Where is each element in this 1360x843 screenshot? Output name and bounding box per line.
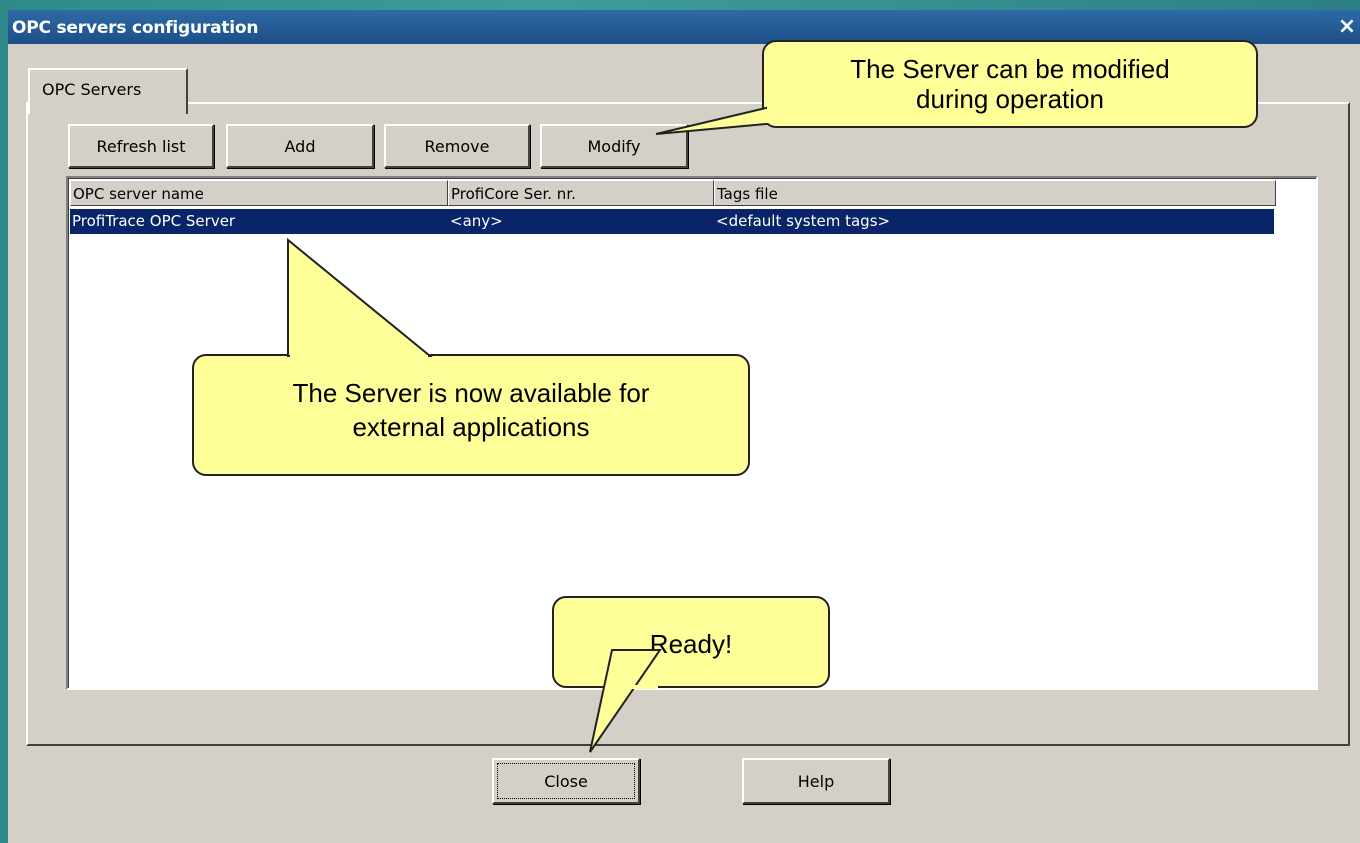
callout-pointer-joins: [290, 109, 769, 689]
